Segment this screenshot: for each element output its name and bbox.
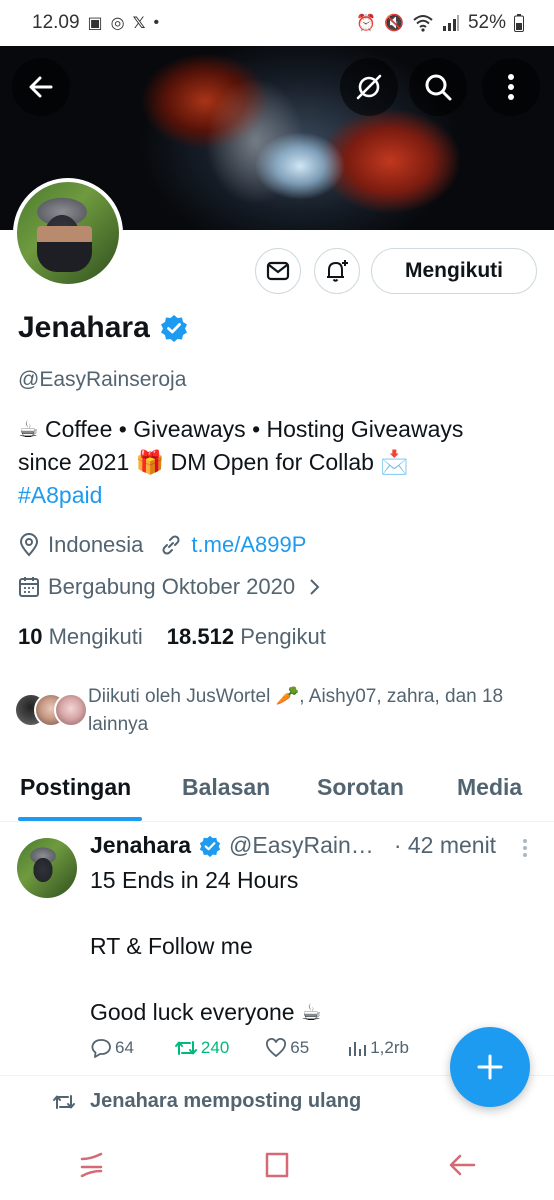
post-author-avatar[interactable] [17,838,77,898]
followers-count: 18.512 [166,624,235,649]
post-header: Jenahara @EasyRain… · 42 menit [90,832,496,859]
tab-media[interactable]: Media [457,774,522,801]
bio-line: ☕ Coffee • Giveaways • Hosting Giveaways [18,416,464,442]
repost-notice: Jenahara memposting ulang [52,1090,361,1113]
search-button[interactable] [409,58,467,116]
search-icon [425,74,452,101]
grok-icon [356,74,382,100]
tab-posts[interactable]: Postingan [20,774,131,801]
followers-label: Pengikut [240,624,326,649]
bell-plus-icon [327,260,348,282]
followed-by-text: Diikuti oleh JusWortel 🥕, Aishy07, zahra… [88,686,504,735]
alarm-icon: ⏰ [356,15,377,32]
like-count: 65 [290,1038,310,1057]
following-count: 10 [18,624,43,649]
avatar-mask [37,242,92,272]
active-tab-indicator [18,817,142,821]
followers-count-link[interactable]: 18.512 Pengikut [167,624,326,650]
follower-avatar [54,693,88,727]
mail-icon [266,261,290,281]
bio-line: since 2021 🎁 DM Open for Collab 📩 [18,449,409,475]
dot-icon: • [153,14,160,31]
reply-button[interactable]: 64 [90,1038,134,1058]
profile-tabs: Postingan Balasan Sorotan Media [0,758,554,822]
back-arrow-icon [29,76,53,98]
post-time: · 42 menit [393,832,497,858]
system-back-icon[interactable] [447,1150,477,1180]
tab-highlights[interactable]: Sorotan [317,774,404,801]
repost-count: 240 [200,1038,230,1057]
repost-button[interactable]: 240 [174,1038,229,1058]
battery-icon [514,14,524,32]
following-button[interactable]: Mengikuti [371,248,537,294]
verified-badge-icon [160,315,187,342]
views-button[interactable]: 1,2rb [347,1038,409,1058]
profile-name: Jenahara [18,311,150,344]
analytics-icon [349,1042,367,1056]
clock: 12.09 [32,12,80,33]
post-more-icon[interactable] [522,838,528,858]
more-options-button[interactable] [482,58,540,116]
profile-avatar[interactable] [13,178,123,288]
whatsapp-icon: ◎ [110,15,125,32]
plus-icon [477,1054,503,1080]
grok-button[interactable] [340,58,398,116]
post-author-name[interactable]: Jenahara [90,832,191,859]
verified-badge-icon [199,835,221,857]
calendar-icon [19,577,39,597]
back-button[interactable] [12,58,70,116]
gallery-icon: ▣ [87,15,103,32]
profile-joined: Bergabung Oktober 2020 [48,574,296,599]
reply-icon [91,1039,111,1058]
repost-notice-text: Jenahara memposting ulang [90,1090,362,1112]
view-count: 1,2rb [370,1038,409,1057]
profile-name-row: Jenahara [18,311,188,345]
wifi-icon [413,15,433,32]
chevron-right-icon [310,579,320,595]
compose-post-button[interactable] [450,1027,530,1107]
profile-location: Indonesia [48,532,144,557]
following-label: Mengikuti [48,624,143,649]
system-nav-bar [0,1130,554,1200]
profile-website-link[interactable]: t.me/A899P [191,532,306,558]
repost-icon [174,1041,197,1055]
message-button[interactable] [255,248,301,294]
battery-level: 52% [467,12,506,33]
status-bar: 12.09 ▣ ◎ 𝕏 • ⏰ 🔇 52% [0,0,554,46]
repost-icon [53,1094,75,1109]
follow-counts: 10 Mengikuti 18.512 Pengikut [18,624,326,650]
profile-meta-row: Indonesia t.me/A899P [18,532,306,558]
bio-hashtag-link[interactable]: #A8paid [18,479,538,512]
like-button[interactable]: 65 [265,1038,309,1058]
recent-apps-icon[interactable] [77,1150,107,1180]
tab-replies[interactable]: Balasan [182,774,270,801]
signal-icon [442,15,459,31]
link-icon [162,535,180,555]
joined-row[interactable]: Bergabung Oktober 2020 [18,574,321,600]
post-text: 15 Ends in 24 Hours RT & Follow me Good … [90,867,322,1025]
more-vertical-icon [508,74,514,100]
post-stats: 64 240 65 1,2rb [90,1038,439,1058]
profile-handle: @EasyRainseroja [18,368,187,391]
x-logo-icon: 𝕏 [132,15,146,32]
mute-icon: 🔇 [384,15,404,32]
home-icon[interactable] [262,1150,292,1180]
followed-by-row[interactable]: Diikuti oleh JusWortel 🥕, Aishy07, zahra… [14,683,548,739]
location-pin-icon [19,533,39,557]
reply-count: 64 [115,1038,134,1057]
following-count-link[interactable]: 10 Mengikuti [18,624,143,650]
post-author-handle[interactable]: @EasyRain… [229,832,374,859]
profile-bio: ☕ Coffee • Giveaways • Hosting Giveaways… [18,413,538,512]
notifications-button[interactable] [314,248,360,294]
heart-icon [266,1038,287,1058]
